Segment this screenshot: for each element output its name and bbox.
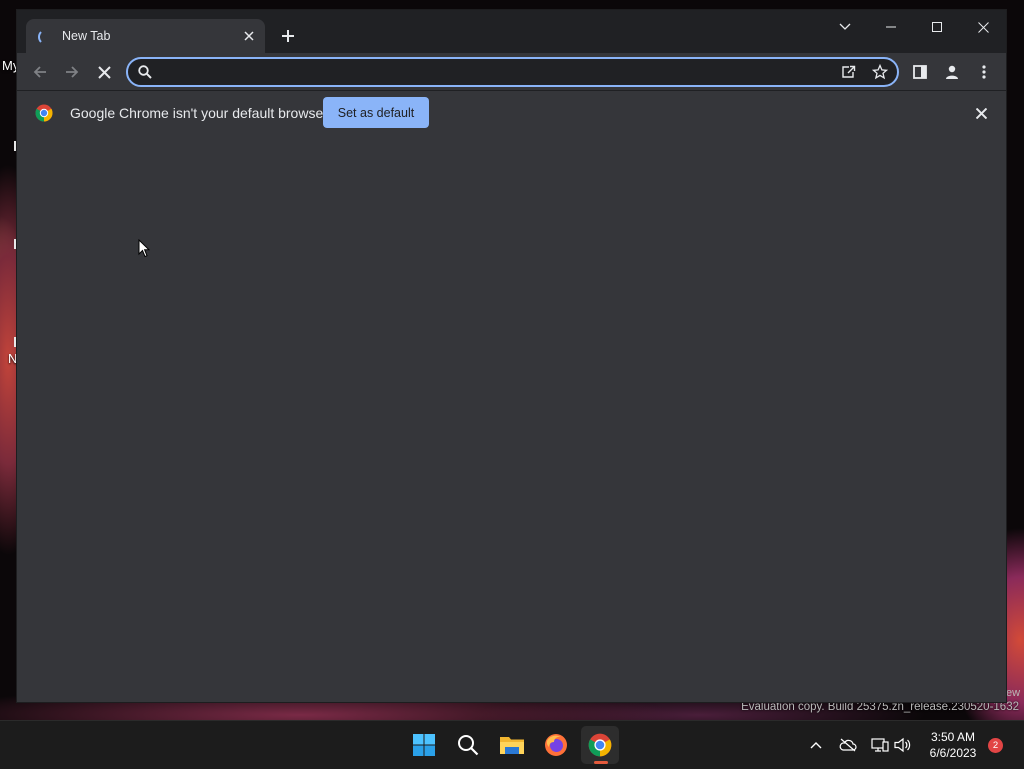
active-app-indicator: [594, 761, 608, 764]
clock-time: 3:50 AM: [930, 730, 976, 744]
kebab-menu-icon: [982, 65, 986, 79]
tab-title: New Tab: [62, 29, 111, 43]
maximize-icon: [932, 22, 942, 32]
tab-search-button[interactable]: [822, 13, 868, 41]
infobar-message: Google Chrome isn't your default browser: [70, 105, 328, 121]
profile-button[interactable]: [938, 58, 966, 86]
clock-date: 6/6/2023: [929, 746, 977, 760]
network-icon[interactable]: [870, 735, 890, 755]
chevron-down-icon: [839, 23, 851, 30]
taskbar-clock[interactable]: 3:50 AM 6/6/2023: [920, 729, 986, 761]
stop-loading-button[interactable]: [90, 58, 118, 86]
menu-button[interactable]: [970, 58, 998, 86]
taskbar-file-explorer[interactable]: [493, 726, 531, 764]
tab-new-tab[interactable]: New Tab: [26, 19, 265, 53]
loading-spinner-icon: [38, 29, 54, 45]
minimize-button[interactable]: [868, 13, 914, 41]
address-bar[interactable]: [126, 57, 899, 87]
taskbar: 3:50 AM 6/6/2023 2: [0, 720, 1024, 769]
infobar-close-button[interactable]: [972, 104, 990, 122]
close-icon: [244, 31, 254, 41]
set-as-default-button[interactable]: Set as default: [323, 97, 429, 128]
search-icon: [458, 735, 479, 756]
volume-icon[interactable]: [893, 735, 913, 755]
file-explorer-icon: [500, 737, 524, 754]
side-panel-icon: [913, 65, 927, 79]
side-panel-button[interactable]: [906, 58, 934, 86]
search-icon: [135, 62, 155, 82]
evaluation-watermark: Evaluation copy. Build 25375.zn_release.…: [741, 701, 1019, 713]
firefox-icon: [545, 734, 567, 756]
forward-button[interactable]: [58, 58, 86, 86]
taskbar-search-button[interactable]: [449, 726, 487, 764]
close-window-button[interactable]: [960, 13, 1006, 41]
desktop-icon-label-n[interactable]: N: [8, 352, 17, 366]
close-icon: [977, 21, 989, 33]
taskbar-firefox[interactable]: [537, 726, 575, 764]
new-tab-button[interactable]: [277, 25, 299, 47]
mouse-cursor-icon: [138, 239, 150, 258]
toolbar: [17, 53, 1006, 90]
chrome-window: New Tab Google Chrome isn't your default…: [17, 10, 1006, 702]
share-icon[interactable]: [838, 62, 858, 82]
back-button[interactable]: [26, 58, 54, 86]
plus-icon: [282, 30, 294, 42]
watermark-fragment: ew: [1006, 687, 1021, 699]
start-button[interactable]: [405, 726, 443, 764]
taskbar-chrome[interactable]: [581, 726, 619, 764]
tab-close-button[interactable]: [240, 27, 258, 45]
stop-icon: [97, 65, 111, 79]
chrome-icon: [588, 733, 612, 757]
onedrive-offline-icon[interactable]: [838, 735, 858, 755]
profile-icon: [946, 65, 958, 79]
chrome-logo-icon: [35, 104, 53, 122]
start-icon: [413, 734, 435, 756]
maximize-button[interactable]: [914, 13, 960, 41]
arrow-right-icon: [66, 66, 79, 78]
chevron-up-icon[interactable]: [806, 735, 826, 755]
notification-badge[interactable]: 2: [988, 738, 1003, 753]
close-icon: [975, 107, 987, 119]
arrow-left-icon: [33, 66, 46, 78]
default-browser-infobar: Google Chrome isn't your default browser…: [17, 90, 1006, 136]
address-input[interactable]: [162, 62, 826, 84]
title-bar[interactable]: New Tab: [17, 10, 1006, 53]
bookmark-star-icon[interactable]: [870, 62, 890, 82]
minimize-icon: [886, 26, 896, 28]
page-content[interactable]: [17, 135, 1006, 702]
